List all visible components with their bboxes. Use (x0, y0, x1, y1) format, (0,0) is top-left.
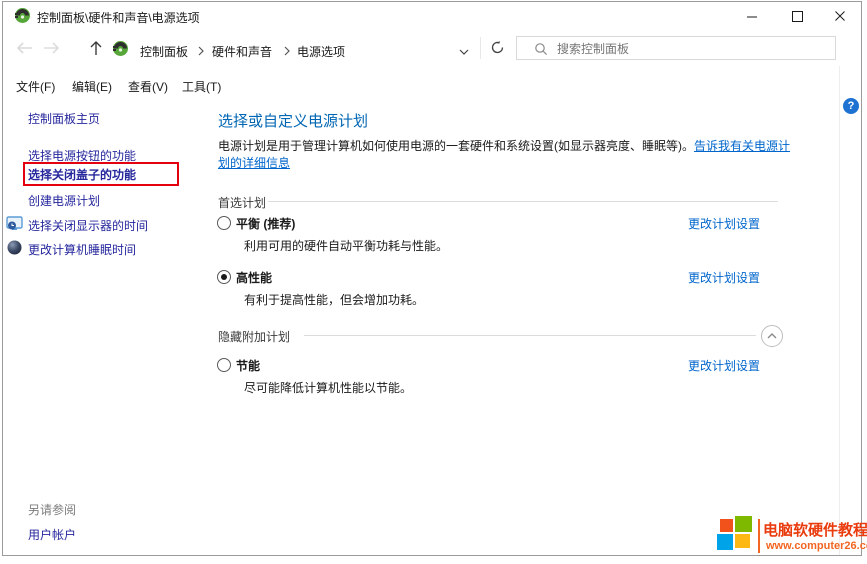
sidebar-item-create-plan[interactable]: 创建电源计划 (28, 192, 100, 209)
change-plan-settings-link-power-saver[interactable]: 更改计划设置 (688, 357, 760, 374)
watermark-logo-icon (716, 515, 754, 556)
breadcrumb-item-control-panel[interactable]: 控制面板 (140, 43, 188, 60)
up-icon[interactable] (88, 39, 104, 60)
breadcrumb-root-icon[interactable] (112, 40, 129, 60)
watermark-site-url: www.computer26.com (766, 540, 867, 552)
watermark-divider (758, 519, 760, 553)
radio-balanced[interactable] (217, 216, 231, 230)
sidebar-item-display-off-time[interactable]: 选择关闭显示器的时间 (28, 217, 148, 234)
collapse-section-button[interactable] (761, 325, 783, 347)
breadcrumb-separator-icon (283, 45, 291, 59)
see-also-header: 另请参阅 (28, 501, 76, 518)
sidebar-item-sleep-time[interactable]: 更改计算机睡眠时间 (28, 241, 136, 258)
change-plan-settings-link-high-performance[interactable]: 更改计划设置 (688, 269, 760, 286)
menu-edit[interactable]: 编辑(E) (72, 78, 112, 95)
intro-text: 电源计划是用于管理计算机如何使用电源的一套硬件和系统设置(如显示器亮度、睡眠等)… (218, 139, 694, 153)
menu-file[interactable]: 文件(F) (16, 78, 55, 95)
power-meter-icon (7, 240, 22, 258)
toolbar-divider (480, 37, 481, 59)
sidebar-item-user-accounts[interactable]: 用户帐户 (28, 526, 76, 543)
address-dropdown-icon[interactable] (458, 45, 470, 59)
section-divider (304, 335, 756, 336)
watermark-site-name: 电脑软硬件教程网 (763, 519, 867, 540)
window-title: 控制面板\硬件和声音\电源选项 (37, 9, 200, 26)
plan-desc-high-performance: 有利于提高性能，但会增加功耗。 (244, 291, 424, 308)
radio-power-saver[interactable] (217, 358, 231, 372)
change-plan-settings-link-balanced[interactable]: 更改计划设置 (688, 215, 760, 232)
plan-name-balanced[interactable]: 平衡 (推荐) (236, 215, 295, 232)
sidebar-item-home[interactable]: 控制面板主页 (28, 110, 100, 127)
maximize-button[interactable] (789, 8, 805, 24)
intro-paragraph: 电源计划是用于管理计算机如何使用电源的一套硬件和系统设置(如显示器亮度、睡眠等)… (218, 138, 800, 172)
menu-tools[interactable]: 工具(T) (182, 78, 221, 95)
breadcrumb-separator-icon (197, 45, 205, 59)
plan-desc-balanced: 利用可用的硬件自动平衡功耗与性能。 (244, 237, 448, 254)
plan-name-power-saver[interactable]: 节能 (236, 357, 260, 374)
search-icon (534, 42, 548, 59)
power-options-icon (14, 7, 31, 27)
section-divider (268, 201, 778, 202)
content-right-divider (839, 66, 840, 555)
breadcrumb-item-power-options[interactable]: 电源选项 (297, 43, 345, 60)
breadcrumb-item-hardware-sound[interactable]: 硬件和声音 (212, 43, 272, 60)
search-box (516, 36, 836, 60)
help-button[interactable]: ? (843, 98, 859, 114)
display-clock-icon (6, 216, 23, 235)
radio-high-performance[interactable] (217, 270, 231, 284)
sidebar-item-power-buttons[interactable]: 选择电源按钮的功能 (28, 147, 136, 164)
plan-name-high-performance[interactable]: 高性能 (236, 269, 272, 286)
back-icon[interactable] (14, 41, 34, 58)
menu-view[interactable]: 查看(V) (128, 78, 168, 95)
forward-icon[interactable] (42, 41, 62, 58)
section-title-hide-additional-plans: 隐藏附加计划 (218, 328, 290, 345)
page-title: 选择或自定义电源计划 (218, 110, 368, 131)
refresh-icon[interactable] (490, 40, 505, 58)
search-input[interactable] (555, 39, 829, 59)
close-button[interactable] (832, 8, 848, 24)
minimize-button[interactable] (744, 8, 760, 24)
plan-desc-power-saver: 尽可能降低计算机性能以节能。 (244, 379, 412, 396)
sidebar-item-lid-close[interactable]: 选择关闭盖子的功能 (28, 166, 136, 183)
section-title-preferred-plans: 首选计划 (218, 194, 266, 211)
